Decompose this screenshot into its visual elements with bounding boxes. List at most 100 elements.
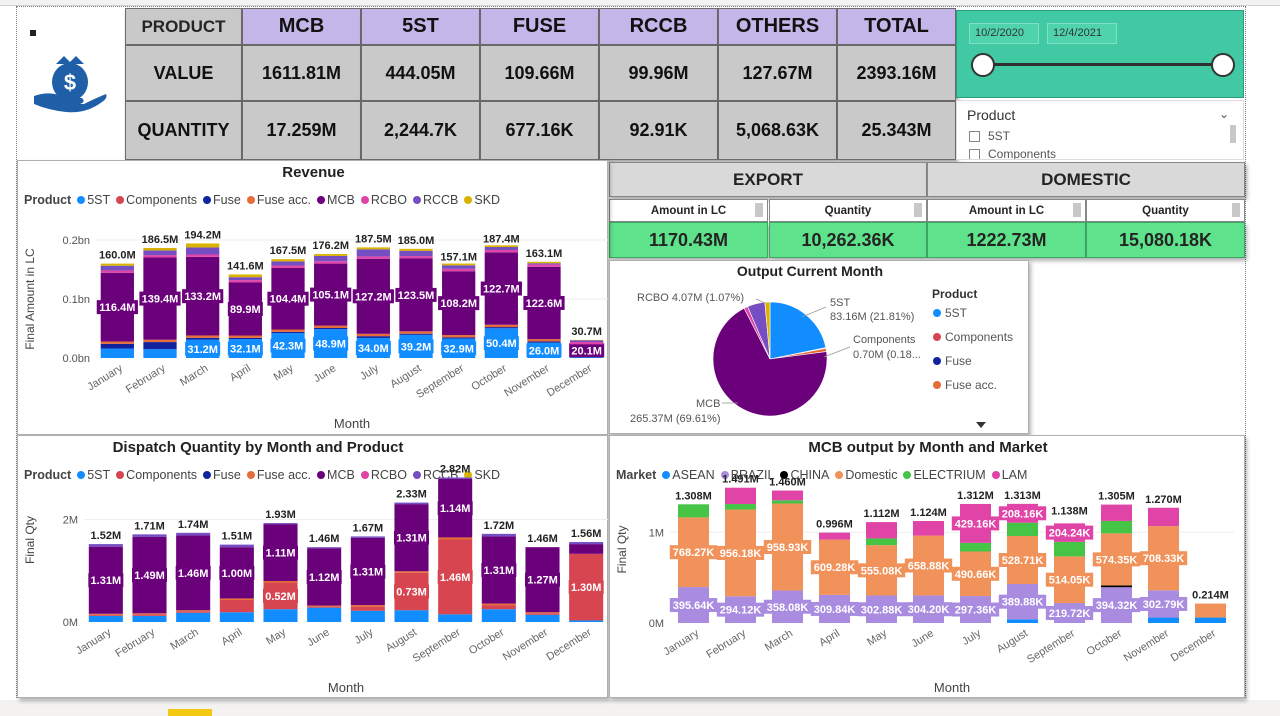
revenue-chart[interactable]: 0.0bn 0.1bn 0.2bn Final Amount in LC Month 11…: [18, 161, 609, 436]
data-label: 528.71K: [1002, 555, 1044, 567]
bar-segment-components: [525, 613, 560, 615]
kpi-value-quantity-rccb: 92.91K: [599, 101, 718, 160]
scroll-handle[interactable]: [1073, 203, 1081, 217]
total-label: 1.460M: [769, 477, 806, 489]
dispatch-chart[interactable]: 0M 2M Final Qty Month 1.31M 1.52M January 1.49M…: [18, 436, 609, 699]
kpi-value-quantity-total: 25.343M: [837, 101, 956, 160]
x-tick-label: May: [865, 627, 889, 648]
start-date-handle[interactable]: [971, 53, 995, 77]
bar-segment-fuse-acc: [88, 613, 123, 615]
bar-segment-rcbo: [271, 265, 305, 268]
kpi-value-quantity-5st: 2,244.7K: [361, 101, 480, 160]
pie-label-5st-value: 83.16M (21.81%): [830, 311, 914, 323]
bar-segment-5st: [350, 610, 385, 622]
slicer-item-components[interactable]: Components: [969, 147, 1056, 159]
scroll-handle[interactable]: [914, 203, 922, 217]
checkbox-icon[interactable]: [969, 130, 980, 142]
data-label: 31.2M: [187, 344, 218, 356]
pie-legend-item-5st: 5ST: [945, 306, 968, 320]
total-label: 1.52M: [91, 530, 122, 542]
bar-segment-components: [88, 614, 123, 616]
start-date-input[interactable]: 10/2/2020: [969, 23, 1039, 44]
bar-segment-electrium: [1100, 520, 1133, 534]
bar-segment-fuse: [399, 333, 433, 335]
pie-label-mcb-name: MCB: [696, 398, 720, 410]
y-tick-label: 0.1bn: [62, 294, 90, 306]
x-tick-label: November: [501, 626, 551, 663]
bar-segment-fuse-acc: [228, 335, 262, 338]
bar-segment-fuse-acc: [100, 341, 134, 344]
bar-segment-5st: [88, 615, 123, 622]
data-label: 1.14M: [440, 503, 471, 515]
bar-segment-china: [1100, 585, 1133, 588]
pie-label-rcbo: RCBO 4.07M (1.07%): [637, 292, 744, 304]
slicer-scrollbar[interactable]: [1230, 125, 1236, 143]
bar-segment-rcbo: [100, 270, 134, 273]
x-tick-label: March: [178, 362, 210, 388]
end-date-handle[interactable]: [1211, 53, 1235, 77]
bar-segment-rcbo: [570, 342, 604, 345]
domestic-quantity-value: 15,080.18K: [1086, 222, 1245, 258]
bar-segment-fuse-acc: [307, 605, 342, 607]
data-label: 358.08K: [767, 602, 809, 614]
kpi-value-value-5st: 444.05M: [361, 45, 480, 101]
bar-segment-electrium: [1006, 522, 1039, 536]
bar-segment-rccb: [481, 533, 516, 537]
slicer-item-5st[interactable]: 5ST: [969, 129, 1010, 143]
data-label: 555.08K: [861, 565, 903, 577]
bar-segment-lam: [865, 522, 898, 539]
bar-segment-rcbo: [228, 280, 262, 283]
kpi-value-quantity-mcb: 17.259M: [242, 101, 361, 160]
export-amount-value: 1170.43M: [609, 222, 768, 258]
revenue-chart-panel[interactable]: Revenue Product 5ST Components Fuse Fuse acc…: [17, 160, 608, 435]
total-label: 30.7M: [571, 326, 602, 338]
x-tick-label: March: [763, 627, 795, 653]
y-tick-label: 1M: [649, 527, 664, 539]
output-pie-chart[interactable]: RCBO 4.07M (1.07%) 5ST 83.16M (21.81%) Comp…: [610, 261, 1030, 435]
output-current-month-panel[interactable]: Output Current Month RCBO 4.07M (1.07%) 5…: [609, 260, 1029, 434]
product-slicer[interactable]: Product ⌄ 5ST Components: [956, 100, 1244, 160]
bar-segment-electrium: [724, 504, 757, 510]
scroll-handle[interactable]: [1232, 203, 1240, 217]
y-tick-label: 0.2bn: [62, 235, 90, 247]
data-label: 127.2M: [355, 291, 392, 303]
bar-segment-skd: [442, 263, 476, 266]
date-range-slicer[interactable]: 10/2/2020 12/4/2021: [956, 10, 1244, 98]
x-tick-label: September: [411, 626, 463, 665]
pie-legend-item-components: Components: [945, 330, 1013, 344]
end-date-input[interactable]: 12/4/2021: [1047, 23, 1117, 44]
active-page-tab[interactable]: [168, 709, 212, 716]
checkbox-icon[interactable]: [969, 148, 980, 159]
data-label: 0.73M: [396, 587, 427, 599]
export-header: EXPORT: [609, 162, 927, 197]
kpi-value-value-total: 2393.16M: [837, 45, 956, 101]
bar-segment-rccb: [314, 255, 348, 262]
mcb-market-chart[interactable]: 0M 1M Final Qty Month 395.64K 768.27K 1.308M Ja…: [610, 436, 1246, 699]
scroll-handle[interactable]: [755, 203, 763, 217]
data-label: 204.24K: [1049, 528, 1091, 540]
dispatch-chart-panel[interactable]: Dispatch Quantity by Month and Product P…: [17, 435, 608, 698]
data-label: 0.52M: [265, 591, 296, 603]
data-label: 123.5M: [398, 290, 435, 302]
total-label: 1.71M: [134, 520, 165, 532]
data-label: 26.0M: [529, 345, 560, 357]
total-label: 1.46M: [527, 533, 558, 545]
kpi-header-rccb: RCCB: [599, 8, 718, 45]
date-slider-track[interactable]: [983, 63, 1223, 66]
mcb-market-chart-panel[interactable]: MCB output by Month and Market Market ASE…: [609, 435, 1245, 698]
bar-segment-fuse-acc: [394, 571, 429, 573]
bar-segment-rccb: [219, 544, 254, 548]
bar-segment-rccb: [356, 249, 390, 257]
pie-label-5st-name: 5ST: [830, 297, 850, 309]
bar-segment-fuse: [442, 337, 476, 339]
data-label: 50.4M: [486, 338, 517, 350]
bar-segment-electrium: [771, 500, 804, 504]
bar-segment-5st: [525, 614, 560, 622]
data-label: 389.88K: [1002, 597, 1044, 609]
chevron-down-icon[interactable]: ⌄: [1219, 107, 1229, 121]
domestic-header: DOMESTIC: [927, 162, 1245, 197]
x-tick-label: May: [272, 362, 296, 383]
bar-segment-components: [132, 614, 167, 616]
data-label: 768.27K: [673, 547, 715, 559]
data-label: 32.9M: [443, 343, 474, 355]
